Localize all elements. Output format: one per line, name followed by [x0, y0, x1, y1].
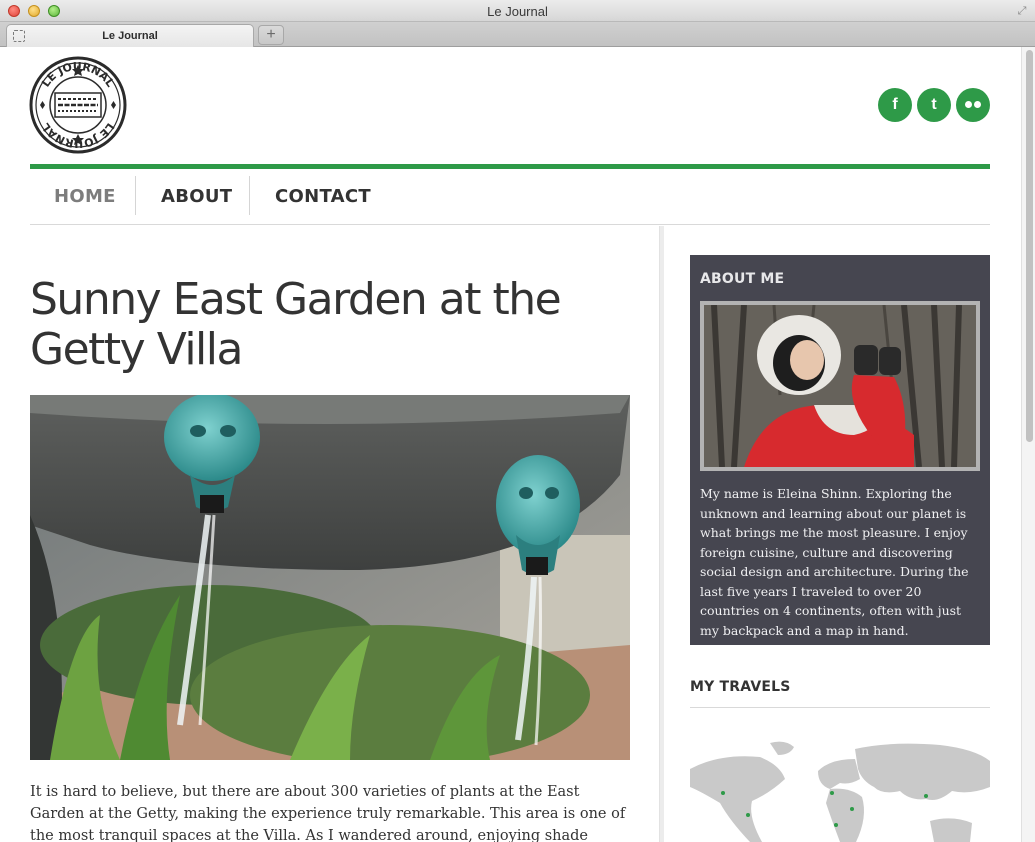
- nav-contact[interactable]: CONTACT: [275, 175, 371, 216]
- window-title: Le Journal: [487, 4, 548, 19]
- facebook-icon: f: [892, 96, 898, 113]
- column-divider: [659, 226, 664, 842]
- flickr-icon: [965, 101, 981, 109]
- scrollbar-thumb[interactable]: [1026, 50, 1033, 442]
- travels-world-map[interactable]: [690, 741, 990, 842]
- travels-divider: [690, 707, 990, 708]
- travels-heading: MY TRAVELS: [690, 679, 791, 695]
- tab-bar: Le Journal +: [0, 22, 1035, 47]
- about-photo: [704, 305, 976, 467]
- post-title[interactable]: Sunny East Garden at the Getty Villa: [30, 275, 630, 375]
- flickr-button[interactable]: [956, 88, 990, 122]
- fullscreen-icon[interactable]: ⤢: [1015, 4, 1029, 18]
- nav-home[interactable]: HOME: [54, 175, 116, 216]
- twitter-icon: t: [931, 96, 937, 113]
- window-titlebar: Le Journal ⤢: [0, 0, 1035, 22]
- about-photo-frame: [700, 301, 980, 471]
- header-rule: [30, 164, 990, 169]
- about-me-widget: ABOUT ME My name is Eleina Shinn. Explor…: [690, 255, 990, 645]
- nav-about[interactable]: ABOUT: [161, 175, 232, 216]
- about-heading: ABOUT ME: [700, 271, 785, 287]
- page-scrollbar[interactable]: [1021, 47, 1035, 842]
- plus-icon: +: [266, 26, 276, 43]
- nav-divider: [249, 176, 250, 215]
- twitter-button[interactable]: t: [917, 88, 951, 122]
- new-tab-button[interactable]: +: [258, 25, 284, 45]
- post-hero-image: [30, 395, 630, 760]
- logo-text-top: LE JOURNAL: [39, 60, 117, 90]
- site-logo[interactable]: LE JOURNAL LE JOURNAL: [28, 55, 128, 155]
- about-text: My name is Eleina Shinn. Exploring the u…: [700, 486, 969, 638]
- svg-text:LE JOURNAL: LE JOURNAL: [39, 60, 117, 90]
- main-nav: HOME ABOUT CONTACT: [30, 175, 990, 225]
- tab-label: Le Journal: [102, 30, 158, 42]
- facebook-button[interactable]: f: [878, 88, 912, 122]
- tab-le-journal[interactable]: Le Journal: [6, 24, 254, 47]
- post-body: It is hard to believe, but there are abo…: [30, 784, 626, 842]
- web-page: LE JOURNAL LE JOURNAL f t HOME ABOUT CON…: [0, 47, 1021, 842]
- nav-divider: [135, 176, 136, 215]
